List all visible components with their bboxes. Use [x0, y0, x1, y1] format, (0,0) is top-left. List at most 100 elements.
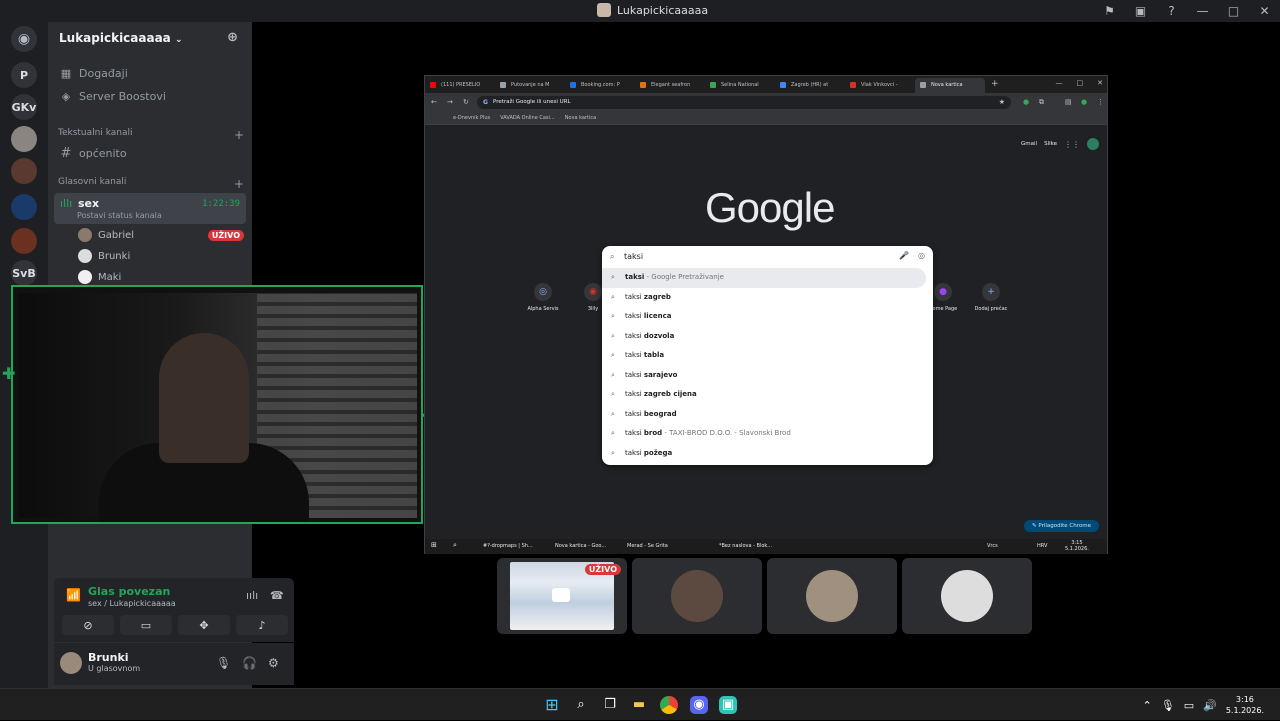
profile-icon[interactable]: ●: [1081, 98, 1087, 106]
app-icon[interactable]: ▣: [719, 696, 737, 714]
minimize-button[interactable]: —: [1056, 79, 1063, 87]
inbox-flag-icon[interactable]: ⚑: [1094, 4, 1125, 18]
search-suggestion[interactable]: ⌕ taksi licenca: [602, 307, 933, 327]
webcam-video[interactable]: [11, 285, 423, 524]
guild-header[interactable]: Lukapickicaaaaa ⌄ ⊕: [48, 22, 252, 54]
voice-category[interactable]: Glasovni kanali +: [58, 177, 244, 191]
voice-channel-sex[interactable]: ıllı sex Postavi status kanala 1:22:39: [54, 193, 246, 224]
sidebar-item-events[interactable]: ▦ Događaji: [54, 62, 246, 84]
sidebar-icon[interactable]: ▤: [1065, 98, 1072, 106]
avatar[interactable]: [60, 652, 82, 674]
chrome-icon[interactable]: [660, 696, 678, 714]
back-icon[interactable]: ←: [431, 98, 437, 106]
browser-tab[interactable]: Booking.com: P: [565, 78, 635, 93]
headphones-icon[interactable]: 🎧: [242, 656, 257, 670]
browser-window[interactable]: (111) PRESELIO Putovanje na M Booking.co…: [424, 75, 1108, 554]
add-shortcut-tile[interactable]: + Dodaj prečac: [971, 283, 1011, 312]
gmail-link[interactable]: Gmail: [1021, 141, 1037, 147]
voice-user[interactable]: Gabriel UŽIVO: [78, 225, 244, 245]
server-p[interactable]: P: [11, 62, 37, 88]
search-suggestion[interactable]: ⌕ taksi požega: [602, 444, 933, 464]
server-avatar[interactable]: [11, 228, 37, 254]
maximize-button[interactable]: □: [1077, 79, 1084, 87]
user-name[interactable]: Brunki: [88, 651, 129, 664]
search-suggestion[interactable]: ⌕ taksi - Google Pretraživanje: [602, 268, 926, 288]
browser-tab[interactable]: Zagreb (HR) at: [775, 78, 845, 93]
search-suggestion[interactable]: ⌕ taksi zagreb cijena: [602, 385, 933, 405]
new-tab-button[interactable]: +: [991, 79, 999, 93]
participant-tile[interactable]: [902, 558, 1032, 634]
invite-people-icon[interactable]: ⊕: [227, 30, 238, 45]
browser-tab[interactable]: (111) PRESELIO: [425, 78, 495, 93]
star-icon[interactable]: ★: [999, 98, 1005, 106]
minimize-button[interactable]: —: [1187, 4, 1218, 18]
network-icon[interactable]: ▭: [1184, 699, 1194, 712]
search-icon[interactable]: ⌕: [572, 696, 590, 714]
bookmark-item[interactable]: VAVADA Online Casi...: [500, 115, 555, 121]
search-suggestion[interactable]: ⌕ taksi beograd: [602, 405, 933, 425]
reload-icon[interactable]: ↻: [463, 98, 469, 106]
server-svb[interactable]: SvB: [11, 260, 37, 286]
search-suggestion[interactable]: ⌕ taksi sarajevo: [602, 366, 933, 386]
search-suggestion[interactable]: ⌕ taksi dozvola: [602, 327, 933, 347]
close-button[interactable]: ✕: [1097, 79, 1103, 87]
address-bar[interactable]: G Pretraži Google ili unesi URL ★: [477, 96, 1011, 109]
soundboard-button[interactable]: ♪: [236, 615, 288, 635]
extensions-puzzle-icon[interactable]: ⧉: [1039, 98, 1044, 107]
screen-share-button[interactable]: ▭: [120, 615, 172, 635]
file-explorer-icon[interactable]: ▬: [630, 696, 648, 714]
sidebar-item-boosts[interactable]: ◈ Server Boostovi: [54, 85, 246, 107]
voice-status-title[interactable]: Glas povezan: [88, 585, 170, 598]
stream-tile[interactable]: UŽIVO: [497, 558, 627, 634]
microphone-icon[interactable]: 🎙: [1161, 699, 1175, 712]
browser-tab-active[interactable]: Nova kartica: [915, 78, 985, 93]
extension-icon[interactable]: ●: [1023, 98, 1029, 106]
task-view-icon[interactable]: ❐: [601, 696, 619, 714]
volume-icon[interactable]: 🔊: [1203, 699, 1217, 712]
bookmark-item[interactable]: Nova kartica: [565, 115, 597, 121]
microphone-icon[interactable]: 🎙: [216, 656, 231, 670]
start-icon[interactable]: ⊞: [543, 696, 561, 714]
voice-user[interactable]: Maki: [78, 267, 244, 287]
search-suggestion[interactable]: ⌕ taksi zagreb: [602, 288, 933, 308]
disconnect-icon[interactable]: ☎: [270, 589, 284, 602]
apps-grid-icon[interactable]: ⋮⋮: [1064, 140, 1080, 149]
signal-icon[interactable]: 📶: [66, 588, 81, 602]
browser-tab[interactable]: Vlak Vinkovci -: [845, 78, 915, 93]
screen-share-icon[interactable]: ▣: [1125, 4, 1156, 18]
discord-home-icon[interactable]: ◉: [11, 26, 37, 52]
chevron-up-icon[interactable]: ⌃: [1143, 699, 1152, 712]
gear-icon[interactable]: ⚙: [268, 656, 279, 670]
browser-tab[interactable]: Elegant seafron: [635, 78, 705, 93]
help-icon[interactable]: ?: [1156, 4, 1187, 18]
lens-icon[interactable]: ◎: [918, 251, 925, 260]
search-suggestion[interactable]: ⌕ taksi tabla: [602, 346, 933, 366]
shortcut-tile[interactable]: ◎ Alpha Servis: [523, 283, 563, 312]
forward-icon[interactable]: →: [447, 98, 453, 106]
server-avatar[interactable]: [11, 158, 37, 184]
add-channel-icon[interactable]: +: [234, 177, 244, 191]
customize-chrome-button[interactable]: ✎ Prilagodite Chrome: [1023, 520, 1099, 532]
system-clock[interactable]: 3:16 5.1.2026.: [1226, 694, 1264, 716]
close-button[interactable]: ✕: [1249, 4, 1280, 18]
search-input[interactable]: ⌕ taksi 🎤 ◎: [602, 246, 933, 268]
voice-user[interactable]: Brunki: [78, 246, 244, 266]
browser-tab[interactable]: Putovanje na M: [495, 78, 565, 93]
add-channel-icon[interactable]: +: [234, 128, 244, 142]
channel-general[interactable]: # općenito: [54, 142, 246, 164]
resize-handle[interactable]: ✚: [2, 366, 15, 382]
images-link[interactable]: Slike: [1044, 141, 1057, 147]
server-avatar[interactable]: [11, 126, 37, 152]
maximize-button[interactable]: □: [1218, 4, 1249, 18]
browser-tab[interactable]: Selina National: [705, 78, 775, 93]
menu-icon[interactable]: ⋮: [1097, 98, 1104, 106]
search-suggestion[interactable]: ⌕ taksi brod - TAXI-BROD D.O.O. - Slavons…: [602, 424, 933, 444]
noise-suppression-icon[interactable]: ıılı: [246, 589, 258, 602]
microphone-icon[interactable]: 🎤: [899, 251, 909, 260]
participant-tile[interactable]: [767, 558, 897, 634]
participant-tile[interactable]: [632, 558, 762, 634]
bookmark-item[interactable]: e-Dnevnik Plus: [453, 115, 490, 121]
activities-button[interactable]: ✥: [178, 615, 230, 635]
server-gkv[interactable]: GKv: [11, 94, 37, 120]
profile-avatar[interactable]: [1087, 138, 1099, 150]
